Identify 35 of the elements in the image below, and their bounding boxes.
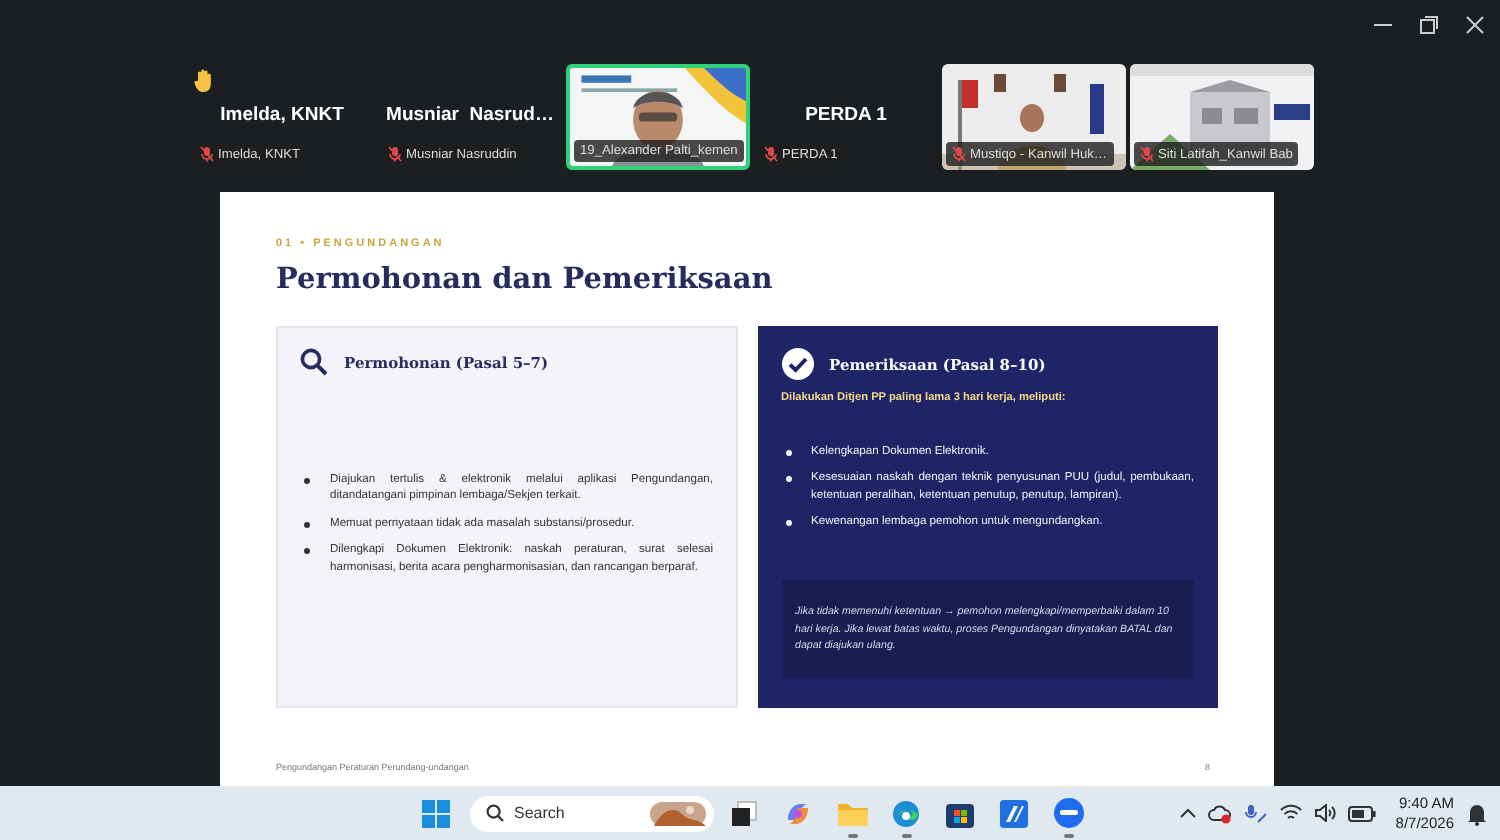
edge-icon <box>892 799 920 827</box>
muted-mic-icon <box>388 146 402 162</box>
chevron-up-icon[interactable] <box>1179 808 1196 818</box>
copilot-icon <box>784 799 812 827</box>
search-icon <box>300 348 328 376</box>
muted-mic-icon <box>1140 146 1154 162</box>
close-icon[interactable] <box>1466 16 1484 34</box>
restore-icon[interactable] <box>1420 16 1438 34</box>
slide-title: Permohonan dan Pemeriksaan <box>276 262 775 296</box>
app-icon <box>1000 799 1028 827</box>
battery-icon[interactable] <box>1347 805 1376 821</box>
bullet-dot <box>785 520 791 527</box>
notification-bell-icon[interactable] <box>1466 801 1488 825</box>
muted-mic-icon <box>952 146 966 162</box>
bullet-dot <box>304 478 310 484</box>
participant-name: Musniar Nasrud… <box>386 104 554 126</box>
check-circle-icon <box>781 348 813 380</box>
search-field[interactable]: Search <box>470 795 714 831</box>
window-stack-icon <box>730 799 758 827</box>
muted-mic-icon <box>200 146 214 162</box>
search-icon <box>486 804 504 822</box>
cloud-icon[interactable] <box>1207 803 1232 823</box>
speaker-icon[interactable] <box>1313 804 1336 822</box>
store-icon <box>946 799 974 827</box>
bullet-dot <box>785 450 791 456</box>
participant-name: PERDA 1 <box>805 104 887 126</box>
microphone-icon[interactable] <box>1243 803 1268 823</box>
bullet-dot <box>304 548 310 555</box>
wifi-icon[interactable] <box>1279 804 1302 822</box>
bullet-dot <box>785 476 791 483</box>
minimize-icon[interactable] <box>1374 23 1392 27</box>
participant-name: Imelda, KNKT <box>220 104 344 126</box>
muted-mic-icon <box>764 146 778 162</box>
folder-icon <box>837 800 867 826</box>
bullet-dot <box>304 521 310 528</box>
